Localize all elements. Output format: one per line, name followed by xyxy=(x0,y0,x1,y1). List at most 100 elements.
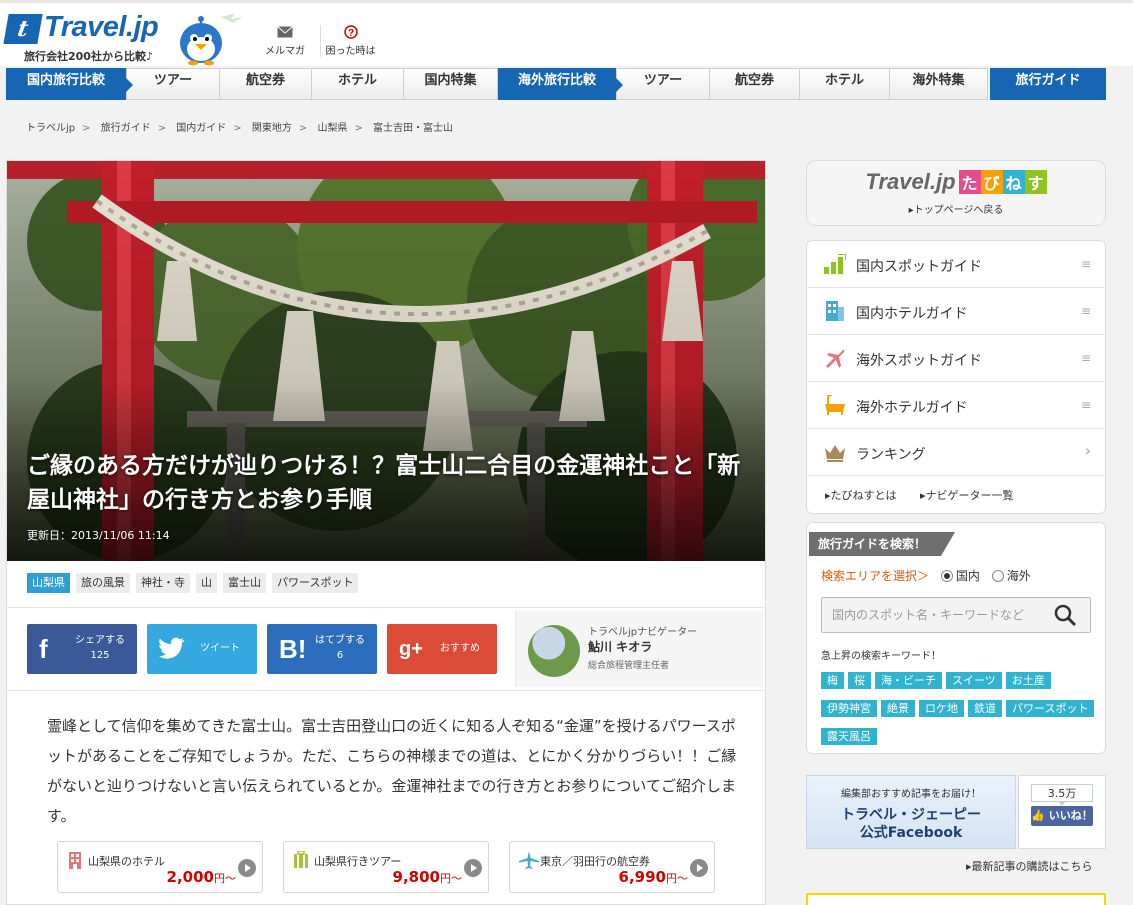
tag-item[interactable]: 山 xyxy=(196,573,217,593)
tabinesu-logo: Travel.jp たびねす xyxy=(807,169,1105,195)
hotel-price-card[interactable]: 山梨県のホテル 2,000円〜 xyxy=(57,841,263,893)
article-card: ご縁のある方だけが辿りつける！？富士山二合目の金運神社こと「新屋山神社」の行き方… xyxy=(6,160,766,905)
price-card-price: 6,990円〜 xyxy=(618,868,688,886)
keyword-tag[interactable]: 伊勢神宮 xyxy=(821,700,877,717)
radio-domestic-label[interactable]: 国内 xyxy=(956,569,980,583)
navigator-title: 総合旅程管理主任者 xyxy=(588,661,670,671)
sidebar-item-domestic-hotel[interactable]: 国内ホテルガイド ≡ xyxy=(807,288,1105,335)
keyword-tag[interactable]: 露天風呂 xyxy=(821,728,877,745)
newsletter-link[interactable]: メルマガ xyxy=(262,25,308,57)
nav-overseas-hotel[interactable]: ホテル xyxy=(800,68,890,100)
sidebar-item-label: 国内スポットガイド xyxy=(856,259,982,275)
crown-icon xyxy=(825,445,845,462)
price-card-price: 2,000円〜 xyxy=(166,868,236,886)
bird-mascot-icon xyxy=(180,13,243,66)
back-to-top-link[interactable]: ▸トップページへ戻る xyxy=(807,201,1105,216)
breadcrumb-item[interactable]: トラベルjp xyxy=(26,123,75,134)
menu-handle-icon: ≡ xyxy=(1080,257,1091,271)
twitter-share-label: ツイート xyxy=(200,643,240,654)
like-button[interactable]: 👍 いいね！ xyxy=(1031,806,1093,826)
facebook-banner-title: トラベル・ジェーピー 公式Facebook xyxy=(841,807,981,841)
logo-tagline: 旅行会社200社から比較♪ xyxy=(24,50,153,63)
thumbs-up-icon: 👍 xyxy=(1031,809,1045,822)
nav-domestic-flight[interactable]: 航空券 xyxy=(220,68,312,100)
radio-domestic[interactable] xyxy=(940,570,953,582)
breadcrumb-item[interactable]: 関東地方 xyxy=(252,123,292,134)
envelope-icon xyxy=(277,26,293,38)
google-plus-share-button[interactable]: g+ おすすめ xyxy=(387,624,497,674)
logo-text: Travel.jp xyxy=(44,11,159,43)
keyword-tag[interactable]: 梅 xyxy=(821,672,844,689)
tabinesu-home-banner[interactable]: Travel.jp たびねす ▸トップページへ戻る xyxy=(806,160,1106,226)
google-plus-share-label: おすすめ xyxy=(440,643,480,654)
search-icon[interactable] xyxy=(1053,603,1077,627)
search-input[interactable] xyxy=(821,597,1091,633)
question-icon: ? xyxy=(343,25,358,39)
keyword-tag[interactable]: ロケ地 xyxy=(919,700,964,717)
nav-domestic-compare[interactable]: 国内旅行比較 xyxy=(6,68,133,100)
keyword-tag[interactable]: 鉄道 xyxy=(968,700,1002,717)
play-arrow-icon xyxy=(690,859,708,877)
subscribe-link[interactable]: ▸最新記事の購読はこちら xyxy=(966,858,1093,874)
navigator-role: トラベルjpナビゲーター xyxy=(588,627,698,638)
navigator-name[interactable]: 鮎川 キオラ xyxy=(588,638,652,655)
sidebar-item-overseas-hotel[interactable]: 海外ホテルガイド ≡ xyxy=(807,382,1105,429)
navigator-list-link[interactable]: ▸ナビゲーター一覧 xyxy=(920,489,1024,502)
help-link[interactable]: ? 困った時は xyxy=(320,25,380,57)
flight-price-card[interactable]: 東京／羽田行の航空券 6,990円〜 xyxy=(509,841,715,893)
breadcrumb-item[interactable]: 旅行ガイド xyxy=(101,123,151,134)
price-card-label: 東京／羽田行の航空券 xyxy=(540,855,650,868)
radio-overseas-label[interactable]: 海外 xyxy=(1007,569,1031,583)
sidebar-item-domestic-spot[interactable]: 国内スポットガイド ≡ xyxy=(807,241,1105,288)
nav-overseas-flight[interactable]: 航空券 xyxy=(710,68,800,100)
bar-chart-icon xyxy=(824,254,846,274)
chevron-right-icon: › xyxy=(1084,441,1091,460)
nav-overseas-compare[interactable]: 海外旅行比較 xyxy=(498,68,623,100)
sidebar-item-ranking[interactable]: ランキング › xyxy=(807,429,1105,476)
nav-domestic-feature[interactable]: 国内特集 xyxy=(404,68,498,100)
nav-travel-guide[interactable]: 旅行ガイド xyxy=(990,68,1106,100)
nav-overseas-tour[interactable]: ツアー xyxy=(616,68,710,100)
building-icon xyxy=(826,301,844,321)
breadcrumb-item[interactable]: 山梨県 xyxy=(317,123,347,134)
keyword-tag[interactable]: 桜 xyxy=(848,672,871,689)
building-icon xyxy=(69,852,81,869)
keyword-tag[interactable]: お土産 xyxy=(1005,672,1051,689)
keyword-tag[interactable]: パワースポット xyxy=(1006,700,1095,717)
breadcrumb-item[interactable]: 国内ガイド xyxy=(176,123,226,134)
facebook-banner-pre: 編集部おすすめ記事をお届け！ xyxy=(841,789,981,800)
tag-item[interactable]: 富士山 xyxy=(223,573,266,593)
hatena-share-button[interactable]: B! はてブする 6 xyxy=(267,624,377,674)
twitter-share-button[interactable]: ツイート xyxy=(147,624,257,674)
tag-item[interactable]: 神社・寺 xyxy=(136,573,190,593)
article-tags: 山梨県 旅の風景 神社・寺 山 富士山 パワースポット xyxy=(27,573,359,593)
radio-overseas[interactable] xyxy=(991,570,1004,582)
sidebar-item-overseas-spot[interactable]: 海外スポットガイド ≡ xyxy=(807,335,1105,382)
area-selector: 検索エリアを選択＞ 国内 海外 xyxy=(821,567,1031,584)
tag-item[interactable]: 旅の風景 xyxy=(76,573,130,593)
guide-search-panel: 旅行ガイドを検索！ 検索エリアを選択＞ 国内 海外 急上昇の検索キーワード！ 梅… xyxy=(806,522,1106,754)
breadcrumb-sep: > xyxy=(82,123,91,134)
tour-price-card[interactable]: 山梨県行きツアー 9,800円〜 xyxy=(283,841,489,893)
sidebar-item-label: 海外スポットガイド xyxy=(856,353,982,369)
google-plus-icon: g+ xyxy=(399,638,423,660)
keyword-tag[interactable]: スイーツ xyxy=(946,672,1002,689)
tag-item[interactable]: パワースポット xyxy=(272,573,359,593)
nav-domestic-tour[interactable]: ツアー xyxy=(126,68,220,100)
avatar xyxy=(528,625,580,677)
plane-icon xyxy=(826,349,845,368)
facebook-like-widget: 3.5万 👍 いいね！ xyxy=(1018,775,1106,849)
navigator-profile[interactable]: トラベルjpナビゲーター 鮎川 キオラ 総合旅程管理主任者 xyxy=(515,611,763,687)
nav-domestic-hotel[interactable]: ホテル xyxy=(312,68,404,100)
about-tabinesu-link[interactable]: ▸たびねすとは xyxy=(825,489,907,502)
play-arrow-icon xyxy=(464,859,482,877)
tag-item[interactable]: 山梨県 xyxy=(27,573,70,593)
sidebar-sub-links: ▸たびねすとは ▸ナビゲーター一覧 xyxy=(825,487,1034,503)
nav-overseas-feature[interactable]: 海外特集 xyxy=(890,68,988,100)
keyword-tag[interactable]: 絶景 xyxy=(881,700,915,717)
yellow-banner xyxy=(806,893,1106,905)
site-logo[interactable]: t Travel.jp 旅行会社200社から比較♪ xyxy=(3,11,176,63)
facebook-page-banner[interactable]: 編集部おすすめ記事をお届け！ トラベル・ジェーピー 公式Facebook xyxy=(806,775,1016,849)
keyword-tag[interactable]: 海・ビーチ xyxy=(875,672,942,689)
facebook-share-button[interactable]: f シェアする 125 xyxy=(27,624,137,674)
